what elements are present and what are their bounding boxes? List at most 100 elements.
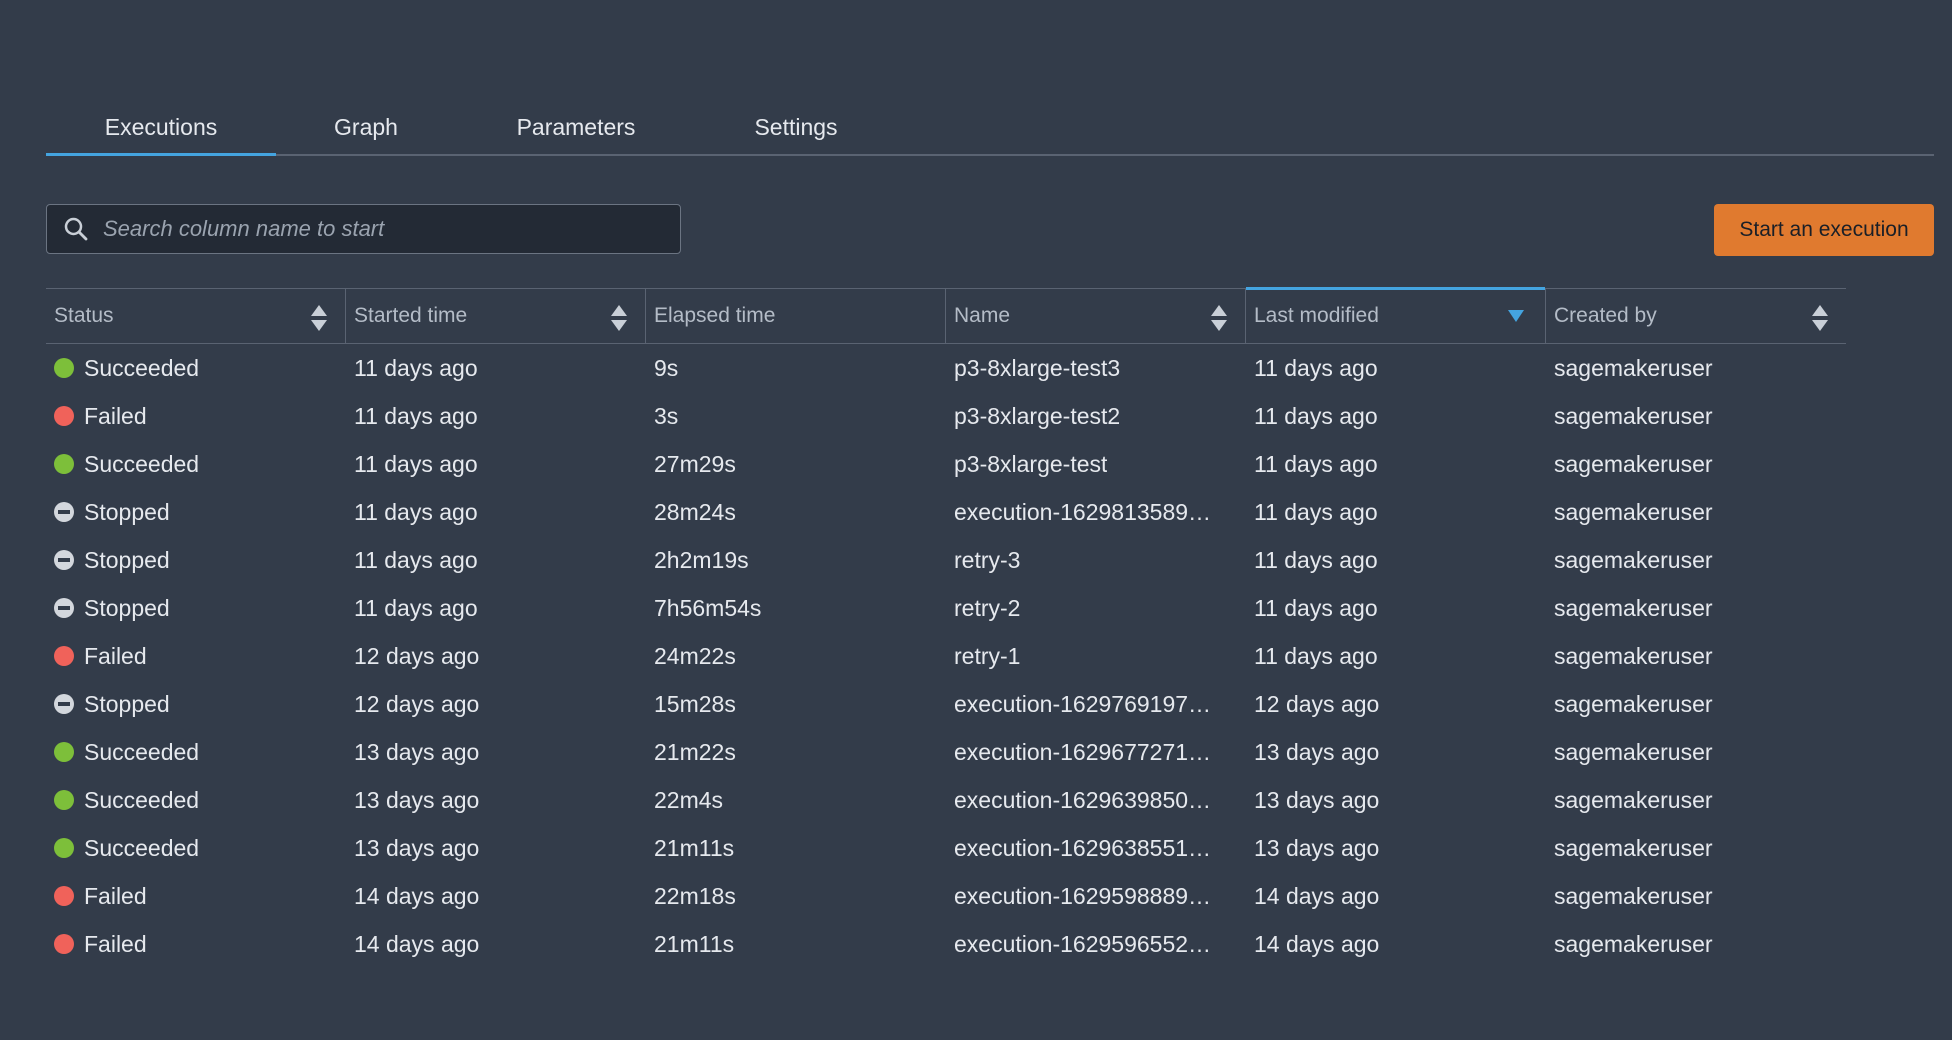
table-body: Succeeded 11 days ago 9s p3-8xlarge-test3 11…: [46, 344, 1846, 968]
sort-descending-icon: [1508, 310, 1524, 322]
table-row[interactable]: Failed 12 days ago 24m22s retry-1 11 days ag…: [46, 632, 1846, 680]
status-cell-text: Failed: [84, 930, 147, 957]
table-row[interactable]: Failed 14 days ago 22m18s execution-1629598…: [46, 872, 1846, 920]
name-cell[interactable]: execution-1629638551…: [946, 835, 1246, 862]
table-row[interactable]: Stopped 12 days ago 15m28s execution-162976…: [46, 680, 1846, 728]
elapsed-time-cell: 21m11s: [646, 931, 946, 958]
started-time-cell: 11 days ago: [346, 403, 646, 430]
elapsed-time-cell-text: 24m22s: [654, 642, 736, 669]
tab-graph[interactable]: Graph: [276, 100, 456, 154]
name-cell-text: retry-2: [954, 594, 1021, 621]
created-by-cell: sagemakeruser: [1546, 643, 1846, 670]
column-header-last-modified[interactable]: Last modified: [1246, 287, 1546, 343]
name-cell[interactable]: execution-1629598889…: [946, 883, 1246, 910]
table-row[interactable]: Stopped 11 days ago 7h56m54s retry-2 11 days…: [46, 584, 1846, 632]
table-row[interactable]: Stopped 11 days ago 28m24s execution-162981…: [46, 488, 1846, 536]
elapsed-time-cell: 21m22s: [646, 739, 946, 766]
column-label: Name: [954, 304, 1011, 327]
column-header-created-by[interactable]: Created by: [1546, 289, 1846, 343]
tab-settings[interactable]: Settings: [696, 100, 896, 154]
name-cell[interactable]: retry-3: [946, 547, 1246, 574]
column-label: Started time: [354, 304, 468, 327]
created-by-cell: sagemakeruser: [1546, 787, 1846, 814]
created-by-cell: sagemakeruser: [1546, 499, 1846, 526]
status-stopped-icon: [54, 694, 74, 714]
last-modified-cell: 11 days ago: [1246, 547, 1546, 574]
name-cell[interactable]: retry-1: [946, 643, 1246, 670]
tab-parameters[interactable]: Parameters: [456, 100, 696, 154]
search-box[interactable]: [46, 204, 681, 254]
status-failed-icon: [54, 934, 74, 954]
column-header-status[interactable]: Status: [46, 289, 346, 343]
last-modified-cell-text: 14 days ago: [1254, 930, 1380, 957]
last-modified-cell-text: 11 days ago: [1254, 450, 1378, 477]
name-cell[interactable]: p3-8xlarge-test2: [946, 403, 1246, 430]
started-time-cell-text: 12 days ago: [354, 642, 480, 669]
last-modified-cell-text: 11 days ago: [1254, 546, 1378, 573]
table-row[interactable]: Succeeded 13 days ago 21m11s execution-1629…: [46, 824, 1846, 872]
created-by-cell-text: sagemakeruser: [1554, 690, 1713, 717]
name-cell[interactable]: p3-8xlarge-test3: [946, 355, 1246, 382]
last-modified-cell: 11 days ago: [1246, 595, 1546, 622]
table-row[interactable]: Succeeded 13 days ago 21m22s execution-1629…: [46, 728, 1846, 776]
status-cell-text: Succeeded: [84, 786, 200, 813]
created-by-cell-text: sagemakeruser: [1554, 402, 1713, 429]
table-row[interactable]: Succeeded 11 days ago 9s p3-8xlarge-test3 11…: [46, 344, 1846, 392]
last-modified-cell: 11 days ago: [1246, 451, 1546, 478]
status-cell-text: Stopped: [84, 546, 170, 573]
last-modified-cell: 13 days ago: [1246, 787, 1546, 814]
status-cell: Failed: [46, 931, 346, 958]
started-time-cell-text: 11 days ago: [354, 354, 478, 381]
table-row[interactable]: Failed 14 days ago 21m11s execution-1629596…: [46, 920, 1846, 968]
table-row[interactable]: Succeeded 13 days ago 22m4s execution-16296…: [46, 776, 1846, 824]
column-header-started-time[interactable]: Started time: [346, 289, 646, 343]
last-modified-cell-text: 13 days ago: [1254, 738, 1380, 765]
name-cell[interactable]: execution-1629813589…: [946, 499, 1246, 526]
column-label: Elapsed time: [654, 304, 776, 327]
status-cell-text: Stopped: [84, 690, 170, 717]
created-by-cell-text: sagemakeruser: [1554, 930, 1713, 957]
status-cell: Stopped: [46, 547, 346, 574]
elapsed-time-cell-text: 22m18s: [654, 882, 736, 909]
elapsed-time-cell: 21m11s: [646, 835, 946, 862]
table-row[interactable]: Succeeded 11 days ago 27m29s p3-8xlarge-tes…: [46, 440, 1846, 488]
start-execution-button[interactable]: Start an execution: [1714, 204, 1934, 256]
column-header-name[interactable]: Name: [946, 289, 1246, 343]
created-by-cell-text: sagemakeruser: [1554, 738, 1713, 765]
table-row[interactable]: Stopped 11 days ago 2h2m19s retry-3 11 days …: [46, 536, 1846, 584]
elapsed-time-cell-text: 2h2m19s: [654, 546, 749, 573]
last-modified-cell-text: 13 days ago: [1254, 786, 1380, 813]
created-by-cell: sagemakeruser: [1546, 931, 1846, 958]
created-by-cell-text: sagemakeruser: [1554, 354, 1713, 381]
status-cell-text: Succeeded: [84, 834, 200, 861]
name-cell-text: p3-8xlarge-test3: [954, 354, 1121, 381]
status-cell: Succeeded: [46, 835, 346, 862]
started-time-cell: 14 days ago: [346, 931, 646, 958]
table-header: Status Started time Elapsed time Name La…: [46, 287, 1846, 344]
started-time-cell-text: 13 days ago: [354, 738, 480, 765]
tab-bar: Executions Graph Parameters Settings: [46, 100, 1934, 156]
name-cell[interactable]: p3-8xlarge-test: [946, 451, 1246, 478]
name-cell[interactable]: execution-1629769197…: [946, 691, 1246, 718]
table-row[interactable]: Failed 11 days ago 3s p3-8xlarge-test2 11 da…: [46, 392, 1846, 440]
name-cell[interactable]: execution-1629677271…: [946, 739, 1246, 766]
created-by-cell: sagemakeruser: [1546, 547, 1846, 574]
column-header-elapsed-time: Elapsed time: [646, 289, 946, 343]
tab-executions[interactable]: Executions: [46, 100, 276, 156]
name-cell[interactable]: execution-1629596552…: [946, 931, 1246, 958]
elapsed-time-cell-text: 22m4s: [654, 786, 724, 813]
name-cell-text: execution-1629813589…: [954, 498, 1212, 525]
name-cell-text: execution-1629769197…: [954, 690, 1212, 717]
status-succeeded-icon: [54, 358, 74, 378]
name-cell-text: execution-1629638551…: [954, 834, 1212, 861]
name-cell[interactable]: retry-2: [946, 595, 1246, 622]
column-label: Created by: [1554, 304, 1657, 327]
name-cell[interactable]: execution-1629639850…: [946, 787, 1246, 814]
elapsed-time-cell-text: 3s: [654, 402, 679, 429]
started-time-cell: 11 days ago: [346, 499, 646, 526]
status-failed-icon: [54, 646, 74, 666]
name-cell-text: p3-8xlarge-test2: [954, 402, 1121, 429]
elapsed-time-cell-text: 21m11s: [654, 930, 735, 957]
search-input[interactable]: [101, 215, 680, 243]
status-cell: Failed: [46, 643, 346, 670]
